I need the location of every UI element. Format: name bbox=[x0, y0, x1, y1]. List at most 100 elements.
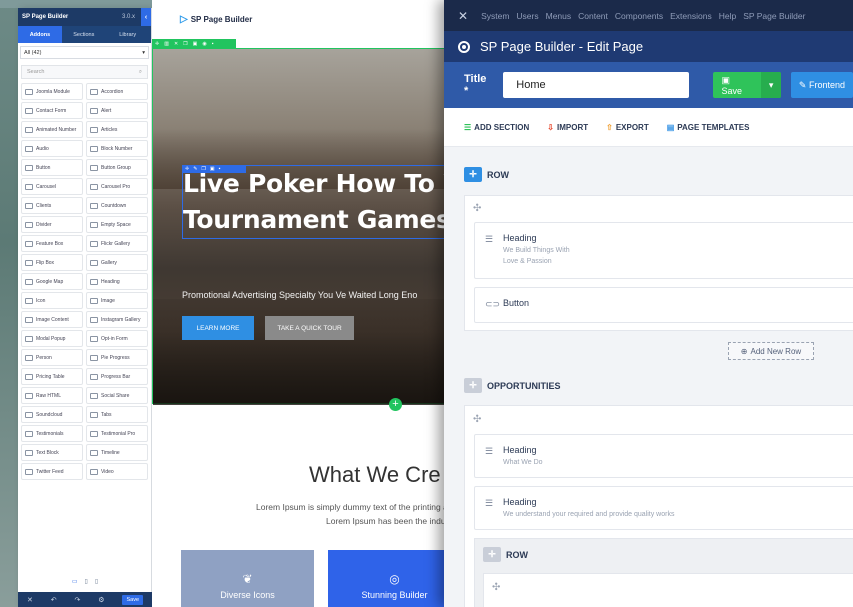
tablet-icon[interactable]: ▯ bbox=[85, 578, 88, 585]
move-icon[interactable]: ✛ bbox=[155, 41, 159, 47]
row-move-icon[interactable]: ✛ bbox=[464, 378, 482, 393]
addon-item[interactable]: Carousel bbox=[21, 178, 83, 195]
edit-icon[interactable]: ✎ bbox=[193, 166, 197, 172]
nested-row-header[interactable]: ✛ ROW bbox=[483, 547, 528, 562]
addon-item[interactable]: Carousel Pro bbox=[86, 178, 148, 195]
redo-icon[interactable]: ↷ bbox=[75, 596, 81, 604]
learn-more-button[interactable]: LEARN MORE bbox=[182, 316, 254, 340]
add-section-action[interactable]: ☰ ADD SECTION bbox=[464, 123, 529, 132]
heading-addon[interactable]: ☰ Heading We understand your required an… bbox=[474, 486, 853, 530]
row-header[interactable]: ✛ OPPORTUNITIES bbox=[464, 378, 561, 393]
column-move-icon[interactable]: ✣ bbox=[473, 203, 481, 214]
menu-components[interactable]: Components bbox=[615, 11, 663, 21]
addon-item[interactable]: Pie Progress bbox=[86, 349, 148, 366]
gear-icon[interactable]: ⚙ bbox=[98, 596, 104, 604]
addon-item[interactable]: Contact Form bbox=[21, 102, 83, 119]
addon-item[interactable]: Opt-in Form bbox=[86, 330, 148, 347]
addon-item[interactable]: Testimonials bbox=[21, 425, 83, 442]
addon-item[interactable]: Flickr Gallery bbox=[86, 235, 148, 252]
copy-icon[interactable]: ❐ bbox=[201, 166, 205, 172]
addon-item[interactable]: Twitter Feed bbox=[21, 463, 83, 480]
menu-help[interactable]: Help bbox=[719, 11, 736, 21]
addon-filter-select[interactable]: All (42) ▾ bbox=[20, 46, 149, 59]
import-action[interactable]: ⇩ IMPORT bbox=[547, 123, 588, 132]
addon-item[interactable]: Progress Bar bbox=[86, 368, 148, 385]
joomla-icon[interactable]: ✕ bbox=[458, 9, 468, 23]
addon-item[interactable]: Audio bbox=[21, 140, 83, 157]
addon-item[interactable]: Soundcloud bbox=[21, 406, 83, 423]
add-new-row-button[interactable]: ⊕ Add New Row bbox=[728, 342, 814, 360]
delete-icon[interactable]: ▪ bbox=[212, 41, 214, 47]
tab-addons[interactable]: Addons bbox=[18, 26, 62, 43]
hero-section[interactable]: Live Poker How To W Tournament Games ✛ ✎… bbox=[152, 48, 452, 405]
close-icon[interactable]: ✕ bbox=[174, 41, 178, 47]
addon-item[interactable]: Empty Space bbox=[86, 216, 148, 233]
undo-icon[interactable]: ↶ bbox=[51, 596, 57, 604]
addon-item[interactable]: Modal Popup bbox=[21, 330, 83, 347]
close-icon[interactable]: ✕ bbox=[27, 596, 33, 604]
addon-item[interactable]: Accordion bbox=[86, 83, 148, 100]
addon-toolbar[interactable]: ✛ ✎ ❐ ▣ ▪ bbox=[182, 165, 246, 173]
delete-icon[interactable]: ▪ bbox=[219, 166, 221, 172]
addon-item[interactable]: Animated Number bbox=[21, 121, 83, 138]
menu-users[interactable]: Users bbox=[516, 11, 538, 21]
addon-item[interactable]: Articles bbox=[86, 121, 148, 138]
settings-icon[interactable]: ▣ bbox=[193, 41, 198, 47]
addon-item[interactable]: Video bbox=[86, 463, 148, 480]
addon-item[interactable]: Countdown bbox=[86, 197, 148, 214]
addon-item[interactable]: Button Group bbox=[86, 159, 148, 176]
heading-addon[interactable]: ☰ Heading What We Do bbox=[474, 434, 853, 478]
save-button[interactable]: ▣ Save ▾ bbox=[712, 72, 781, 98]
addon-item[interactable]: Person bbox=[21, 349, 83, 366]
row-toolbar[interactable]: ✛ ▥ ✕ ❐ ▣ ◉ ▪ bbox=[152, 39, 236, 48]
desktop-icon[interactable]: ▭ bbox=[72, 578, 78, 585]
addon-item[interactable]: Testimonial Pro bbox=[86, 425, 148, 442]
addon-item[interactable]: Clients bbox=[21, 197, 83, 214]
copy-icon[interactable]: ❐ bbox=[183, 41, 187, 47]
addon-item[interactable]: Alert bbox=[86, 102, 148, 119]
collapse-panel-button[interactable]: ‹ bbox=[141, 8, 151, 26]
panel-save-button[interactable]: Save bbox=[122, 594, 144, 605]
settings-icon[interactable]: ▣ bbox=[210, 166, 215, 172]
column-move-icon[interactable]: ✣ bbox=[492, 582, 500, 593]
addon-item[interactable]: Joomla Module bbox=[21, 83, 83, 100]
addon-search-input[interactable]: Search ⌕ bbox=[21, 65, 148, 79]
menu-extensions[interactable]: Extensions bbox=[670, 11, 712, 21]
page-templates-action[interactable]: ▤ PAGE TEMPLATES bbox=[667, 123, 750, 132]
addon-item[interactable]: Pricing Table bbox=[21, 368, 83, 385]
addon-item[interactable]: Block Number bbox=[86, 140, 148, 157]
addon-item[interactable]: Instagram Gallery bbox=[86, 311, 148, 328]
addon-item[interactable]: Gallery bbox=[86, 254, 148, 271]
export-action[interactable]: ⇧ EXPORT bbox=[606, 123, 649, 132]
menu-menus[interactable]: Menus bbox=[546, 11, 572, 21]
addon-item[interactable]: Button bbox=[21, 159, 83, 176]
hero-heading[interactable]: Live Poker How To W Tournament Games bbox=[182, 165, 452, 239]
mobile-icon[interactable]: ▯ bbox=[95, 578, 98, 585]
feature-card-builder[interactable]: ◎ Stunning Builder bbox=[328, 550, 452, 607]
move-icon[interactable]: ✛ bbox=[185, 166, 189, 172]
button-addon[interactable]: ⊂⊃ Button bbox=[474, 287, 853, 323]
addon-item[interactable]: Timeline bbox=[86, 444, 148, 461]
addon-item[interactable]: Google Map bbox=[21, 273, 83, 290]
addon-item[interactable]: Divider bbox=[21, 216, 83, 233]
menu-content[interactable]: Content bbox=[578, 11, 608, 21]
addon-item[interactable]: Image bbox=[86, 292, 148, 309]
addon-item[interactable]: Text Block bbox=[21, 444, 83, 461]
frontend-editor-button[interactable]: ✎ Frontend bbox=[790, 72, 853, 98]
add-section-button[interactable]: + bbox=[389, 398, 402, 411]
disable-icon[interactable]: ◉ bbox=[202, 41, 206, 47]
addon-item[interactable]: Feature Box bbox=[21, 235, 83, 252]
columns-icon[interactable]: ▥ bbox=[164, 41, 169, 47]
menu-sp-page-builder[interactable]: SP Page Builder bbox=[743, 11, 805, 21]
addon-item[interactable]: Social Share bbox=[86, 387, 148, 404]
addon-item[interactable]: Flip Box bbox=[21, 254, 83, 271]
column-move-icon[interactable]: ✣ bbox=[473, 414, 481, 425]
addon-item[interactable]: Icon bbox=[21, 292, 83, 309]
addon-item[interactable]: Raw HTML bbox=[21, 387, 83, 404]
heading-addon[interactable]: ☰ Heading We Build Things With Love & Pas… bbox=[474, 222, 853, 279]
save-options-chevron-icon[interactable]: ▾ bbox=[761, 72, 781, 98]
row-header[interactable]: ✛ ROW bbox=[464, 167, 509, 182]
row-move-icon[interactable]: ✛ bbox=[483, 547, 501, 562]
addon-item[interactable]: Tabs bbox=[86, 406, 148, 423]
feature-card-icons[interactable]: ❦ Diverse Icons bbox=[181, 550, 314, 607]
